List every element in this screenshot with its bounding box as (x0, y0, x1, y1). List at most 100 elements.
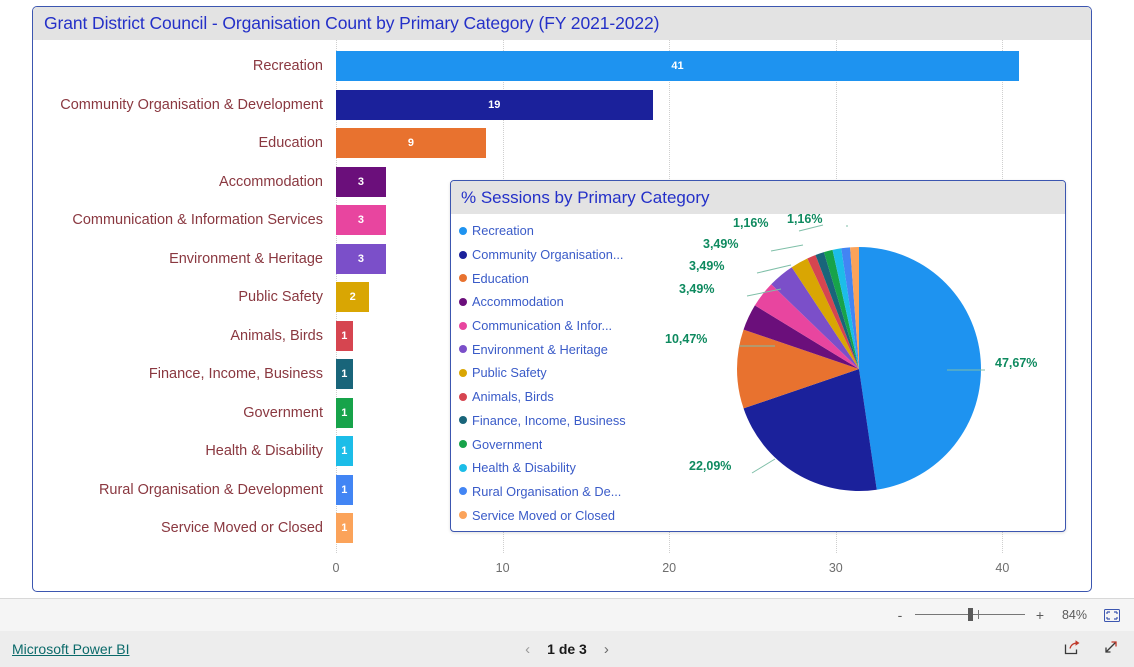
bar-value-label: 1 (341, 406, 348, 419)
bar-category-label: Accommodation (219, 173, 323, 190)
legend-label: Communication & Infor... (472, 318, 613, 334)
pie-label-leader-line (751, 458, 776, 474)
bar-value-label: 1 (341, 329, 348, 342)
legend-label: Rural Organisation & De... (472, 483, 622, 499)
bar-category-label: Service Moved or Closed (161, 520, 323, 536)
bar-segment[interactable]: 1 (336, 436, 353, 467)
zoom-slider-tick (977, 610, 979, 619)
legend-color-swatch (459, 487, 467, 496)
legend-color-swatch (459, 511, 467, 520)
next-page-button[interactable]: › (604, 641, 609, 658)
zoom-slider-thumb[interactable] (967, 608, 973, 621)
bar-segment[interactable]: 19 (336, 89, 653, 120)
pie-value-label: 3,49% (679, 282, 715, 296)
legend-item[interactable]: Recreation (459, 219, 649, 243)
zoom-out-button[interactable]: - (894, 607, 906, 623)
value-axis-tick: 40 (995, 561, 1010, 575)
legend-label: Community Organisation... (472, 247, 624, 263)
zoom-in-button[interactable]: + (1034, 607, 1046, 623)
pie-value-label: 3,49% (689, 259, 725, 273)
bar-value-label: 19 (488, 98, 501, 111)
pie-label-leader-line (770, 244, 804, 252)
legend-item[interactable]: Rural Organisation & De... (459, 480, 649, 504)
fit-page-icon[interactable] (1102, 607, 1122, 623)
previous-page-button[interactable]: ‹ (525, 641, 530, 658)
legend-label: Health & Disability (472, 460, 576, 476)
page-navigation: ‹ 1 de 3 › (0, 641, 1134, 658)
bar-value-label: 9 (407, 137, 415, 150)
legend-label: Public Safety (472, 365, 547, 381)
bar-segment[interactable]: 1 (336, 474, 353, 505)
bar-segment[interactable]: 1 (336, 320, 353, 351)
legend-item[interactable]: Environment & Heritage (459, 337, 649, 361)
pie-chart-visual[interactable]: % Sessions by Primary Category Recreatio… (450, 180, 1066, 532)
legend-color-swatch (459, 345, 467, 354)
legend-item[interactable]: Education (459, 266, 649, 290)
legend-color-swatch (459, 321, 467, 330)
bar-segment[interactable]: 2 (336, 282, 370, 313)
legend-label: Finance, Income, Business (472, 412, 626, 428)
legend-item[interactable]: Public Safety (459, 361, 649, 385)
report-footer: Microsoft Power BI ‹ 1 de 3 › (0, 631, 1134, 667)
legend-item[interactable]: Community Organisation... (459, 243, 649, 267)
legend-label: Service Moved or Closed (472, 507, 615, 523)
bar-segment[interactable]: 1 (336, 397, 353, 428)
footer-actions (1064, 639, 1120, 660)
value-axis-tick: 10 (495, 561, 510, 575)
legend-color-swatch (459, 274, 467, 283)
pie-value-label: 1,16% (733, 216, 769, 230)
value-axis-tick: 20 (662, 561, 677, 575)
bar-category-label: Communication & Information Services (72, 212, 323, 228)
fullscreen-icon-svg (1105, 640, 1117, 653)
pie-value-label: 22,09% (689, 459, 732, 473)
legend-color-swatch (459, 440, 467, 449)
bar-category-label: Rural Organisation & Development (98, 481, 323, 498)
pie-value-label: 10,47% (665, 332, 708, 346)
bar-value-label: 2 (349, 291, 356, 304)
bar-value-label: 1 (341, 445, 348, 458)
pie-chart-legend: Recreation Community Organisation... Educa… (459, 219, 649, 527)
legend-item[interactable]: Accommodation (459, 290, 649, 314)
pie-chart-plot-area: 47,67% 22,09% 10,47% 3,49% 3,49% 3,49% 1,16% 1,… (647, 212, 1065, 529)
zoom-slider[interactable] (915, 608, 1025, 622)
fullscreen-icon[interactable] (1103, 639, 1120, 660)
bar-segment[interactable]: 3 (336, 243, 386, 274)
bar-category-label: Public Safety (238, 289, 323, 305)
bar-segment[interactable]: 9 (336, 128, 486, 159)
legend-label: Government (472, 436, 543, 452)
bar-chart-value-axis: 0 10 20 30 40 (333, 561, 1069, 581)
legend-color-swatch (459, 392, 467, 401)
bar-value-label: 3 (357, 252, 365, 265)
bar-value-label: 1 (341, 368, 348, 381)
pie-chart-title: % Sessions by Primary Category (451, 181, 1065, 214)
legend-color-swatch (459, 250, 467, 259)
bar-row[interactable]: 9 (336, 124, 1069, 163)
pie-value-label: 47,67% (995, 356, 1038, 370)
bar-segment[interactable]: 1 (336, 513, 353, 544)
bar-segment[interactable]: 3 (336, 205, 386, 236)
legend-item[interactable]: Finance, Income, Business (459, 409, 649, 433)
legend-item[interactable]: Government (459, 432, 649, 456)
legend-item[interactable]: Communication & Infor... (459, 314, 649, 338)
legend-color-swatch (459, 297, 467, 306)
bar-segment[interactable]: 3 (336, 166, 386, 197)
bar-segment[interactable]: 41 (336, 51, 1020, 82)
bar-category-label: Government (243, 404, 323, 421)
bar-category-label: Health & Disability (205, 443, 323, 459)
legend-label: Accommodation (472, 294, 564, 310)
bar-row[interactable]: 19 (336, 86, 1069, 125)
bar-category-label: Environment & Heritage (169, 250, 323, 267)
pie-value-label: 1,16% (787, 212, 823, 226)
pie-slice[interactable] (859, 247, 981, 490)
legend-color-swatch (459, 226, 467, 235)
bar-segment[interactable]: 1 (336, 359, 353, 390)
bar-category-label: Recreation (252, 58, 323, 74)
legend-color-swatch (459, 368, 467, 377)
legend-item[interactable]: Service Moved or Closed (459, 503, 649, 527)
legend-item[interactable]: Health & Disability (459, 456, 649, 480)
bar-category-label: Education (258, 135, 324, 151)
share-icon[interactable] (1064, 639, 1081, 660)
bar-row[interactable]: 41 (336, 47, 1069, 86)
bar-value-label: 3 (357, 214, 365, 227)
legend-item[interactable]: Animals, Birds (459, 385, 649, 409)
